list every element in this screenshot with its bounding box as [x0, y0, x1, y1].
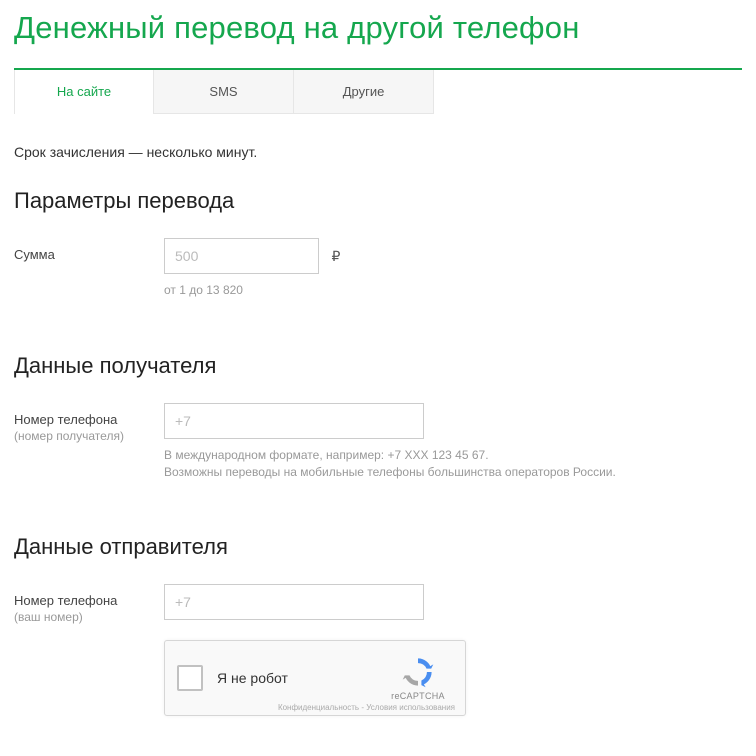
amount-hint: от 1 до 13 820: [164, 282, 742, 299]
section-recipient: Данные получателя Номер телефона (номер …: [14, 353, 742, 505]
recipient-phone-label: Номер телефона: [14, 412, 164, 429]
tabs: На сайте SMS Другие: [14, 68, 742, 114]
section-title-sender: Данные отправителя: [14, 534, 742, 560]
sender-phone-sublabel: (ваш номер): [14, 610, 164, 626]
section-title-params: Параметры перевода: [14, 188, 742, 214]
recipient-phone-input[interactable]: [164, 403, 424, 439]
recaptcha-privacy-link[interactable]: Конфиденциальность: [278, 703, 359, 712]
tab-sms[interactable]: SMS: [154, 70, 294, 114]
currency-symbol: ₽: [331, 248, 340, 265]
page-title: Денежный перевод на другой телефон: [14, 10, 742, 46]
recaptcha-label: Я не робот: [217, 670, 383, 686]
credit-time-info: Срок зачисления — несколько минут.: [14, 144, 742, 160]
section-title-recipient: Данные получателя: [14, 353, 742, 379]
recipient-hint-format: В международном формате, например: +7 XX…: [164, 447, 742, 464]
sender-phone-input[interactable]: [164, 584, 424, 620]
recipient-hint-operators: Возможны переводы на мобильные телефоны …: [164, 464, 742, 481]
recaptcha-checkbox[interactable]: [177, 665, 203, 691]
amount-label: Сумма: [14, 238, 164, 264]
recaptcha-brand: reCAPTCHA: [383, 691, 453, 701]
section-sender: Данные отправителя Номер телефона (ваш н…: [14, 534, 742, 715]
amount-input[interactable]: [164, 238, 319, 274]
recaptcha-widget: Я не робот reCAPTCHA Конфиденциальность …: [164, 640, 466, 716]
recaptcha-terms-link[interactable]: Условия использования: [366, 703, 455, 712]
sender-phone-label: Номер телефона: [14, 593, 164, 610]
tab-on-site[interactable]: На сайте: [14, 70, 154, 114]
tab-other[interactable]: Другие: [294, 70, 434, 114]
recaptcha-icon: [401, 655, 435, 689]
recipient-phone-sublabel: (номер получателя): [14, 429, 164, 445]
section-transfer-params: Параметры перевода Сумма ₽ от 1 до 13 82…: [14, 188, 742, 323]
